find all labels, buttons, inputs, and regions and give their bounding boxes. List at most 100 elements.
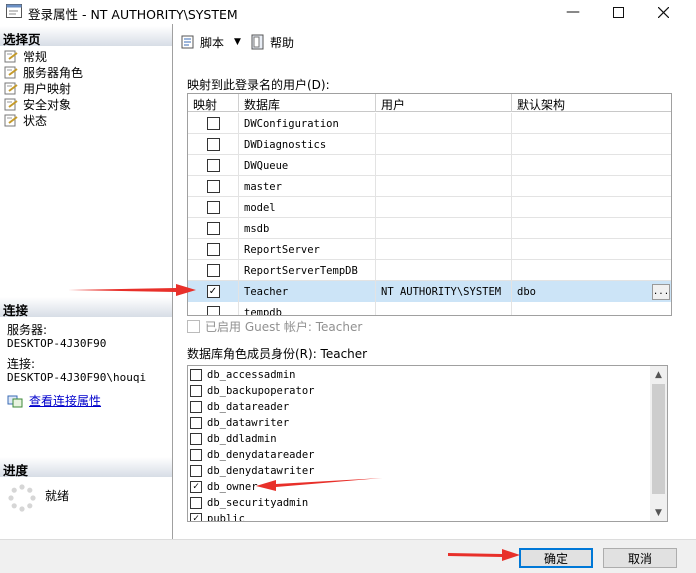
help-button[interactable]: 帮助 bbox=[250, 32, 294, 52]
role-label: db_datawriter bbox=[207, 417, 290, 429]
server-label: 服务器: bbox=[7, 323, 48, 337]
mapped-checkbox[interactable] bbox=[206, 180, 220, 193]
ok-button[interactable]: 确定 bbox=[519, 548, 593, 568]
role-checkbox[interactable] bbox=[190, 465, 202, 477]
list-item[interactable]: db_datareader bbox=[190, 399, 289, 415]
table-row[interactable]: model bbox=[188, 197, 671, 218]
default-schema-cell[interactable] bbox=[512, 260, 671, 281]
mapped-checkbox[interactable] bbox=[206, 222, 220, 235]
user-cell[interactable] bbox=[376, 239, 512, 260]
role-checkbox[interactable] bbox=[190, 369, 202, 381]
list-item[interactable]: ✓ db_owner bbox=[190, 479, 258, 495]
maximize-button[interactable] bbox=[596, 0, 640, 24]
table-row[interactable]: tempdb bbox=[188, 302, 671, 315]
user-cell[interactable] bbox=[376, 302, 512, 315]
chevron-down-icon[interactable]: ▼ bbox=[234, 37, 241, 47]
default-schema-cell[interactable] bbox=[512, 218, 671, 239]
column-header-user[interactable]: 用户 bbox=[376, 94, 512, 112]
role-label: db_datareader bbox=[207, 401, 290, 413]
scroll-up-icon[interactable]: ▲ bbox=[650, 366, 667, 383]
user-cell[interactable] bbox=[376, 176, 512, 197]
mapped-checkbox[interactable] bbox=[206, 243, 220, 256]
cancel-button[interactable]: 取消 bbox=[603, 548, 677, 568]
column-header-mapped[interactable]: 映射 bbox=[188, 94, 239, 112]
list-item[interactable]: db_denydatareader bbox=[190, 447, 314, 463]
toolbar: 脚本 ▼ 帮助 bbox=[174, 28, 696, 56]
column-header-database[interactable]: 数据库 bbox=[239, 94, 376, 112]
default-schema-cell[interactable] bbox=[512, 155, 671, 176]
table-row[interactable]: ✓ Teacher NT AUTHORITY\SYSTEM dbo... bbox=[188, 281, 671, 302]
default-schema-cell[interactable] bbox=[512, 302, 671, 315]
minimize-button[interactable]: — bbox=[551, 0, 595, 24]
role-checkbox[interactable] bbox=[190, 417, 202, 429]
role-checkbox[interactable] bbox=[190, 385, 202, 397]
role-checkbox[interactable] bbox=[190, 497, 202, 509]
list-item[interactable]: db_accessadmin bbox=[190, 367, 296, 383]
page-item-general[interactable]: 常规 bbox=[3, 48, 83, 64]
user-cell[interactable] bbox=[376, 197, 512, 218]
default-schema-cell[interactable] bbox=[512, 134, 671, 155]
scroll-thumb[interactable] bbox=[652, 384, 665, 494]
connection-properties-icon bbox=[7, 394, 23, 408]
guest-label: 已启用 Guest 帐户: Teacher bbox=[205, 320, 363, 334]
database-cell: msdb bbox=[239, 218, 376, 239]
mapped-checkbox[interactable] bbox=[206, 201, 220, 214]
default-schema-cell[interactable] bbox=[512, 176, 671, 197]
page-item-server-roles[interactable]: 服务器角色 bbox=[3, 64, 83, 80]
role-checkbox[interactable] bbox=[190, 449, 202, 461]
page-item-securables[interactable]: 安全对象 bbox=[3, 96, 83, 112]
database-role-list: db_accessadmin db_backupoperator db_datare… bbox=[187, 365, 668, 522]
mapped-checkbox[interactable]: ✓ bbox=[206, 285, 220, 298]
table-row[interactable]: msdb bbox=[188, 218, 671, 239]
mapped-checkbox[interactable] bbox=[206, 306, 220, 315]
mapped-checkbox[interactable] bbox=[206, 138, 220, 151]
role-checkbox[interactable] bbox=[190, 433, 202, 445]
role-checkbox[interactable]: ✓ bbox=[190, 481, 202, 493]
column-header-default-schema[interactable]: 默认架构 bbox=[512, 94, 671, 112]
page-item-status[interactable]: 状态 bbox=[3, 112, 83, 128]
mapped-checkbox[interactable] bbox=[206, 264, 220, 277]
page-item-label: 常规 bbox=[23, 49, 48, 64]
table-row[interactable]: master bbox=[188, 176, 671, 197]
user-cell[interactable] bbox=[376, 113, 512, 134]
page-icon bbox=[3, 66, 19, 79]
annotation-arrow-ok bbox=[448, 549, 520, 561]
role-checkbox[interactable] bbox=[190, 401, 202, 413]
user-cell[interactable]: NT AUTHORITY\SYSTEM bbox=[376, 281, 512, 302]
scroll-down-icon[interactable]: ▼ bbox=[650, 504, 667, 521]
user-cell[interactable] bbox=[376, 134, 512, 155]
schema-browse-button[interactable]: ... bbox=[652, 283, 670, 300]
database-cell: Teacher bbox=[239, 281, 376, 302]
role-list-scrollbar[interactable]: ▲ ▼ bbox=[650, 366, 667, 521]
table-row[interactable]: ReportServerTempDB bbox=[188, 260, 671, 281]
list-item[interactable]: db_backupoperator bbox=[190, 383, 314, 399]
list-item[interactable]: db_ddladmin bbox=[190, 431, 277, 447]
default-schema-cell[interactable] bbox=[512, 197, 671, 218]
view-connection-properties-link[interactable]: 查看连接属性 bbox=[7, 392, 101, 409]
user-cell[interactable] bbox=[376, 218, 512, 239]
page-item-user-mapping[interactable]: 用户映射 bbox=[3, 79, 83, 97]
close-button[interactable] bbox=[641, 0, 685, 24]
connection-info: 连接: DESKTOP-4J30F90\houqi bbox=[7, 358, 146, 385]
table-row[interactable]: DWDiagnostics bbox=[188, 134, 671, 155]
list-item[interactable]: ✓ public bbox=[190, 511, 245, 521]
default-schema-cell[interactable] bbox=[512, 239, 671, 260]
mapped-checkbox[interactable] bbox=[206, 159, 220, 172]
grid-header: 映射 数据库 用户 默认架构 bbox=[188, 94, 671, 112]
role-checkbox[interactable]: ✓ bbox=[190, 513, 202, 521]
table-row[interactable]: ReportServer bbox=[188, 239, 671, 260]
database-cell: model bbox=[239, 197, 376, 218]
default-schema-cell[interactable]: dbo... bbox=[512, 281, 671, 302]
script-icon bbox=[180, 34, 196, 50]
list-item[interactable]: db_datawriter bbox=[190, 415, 289, 431]
window-title: 登录属性 - NT AUTHORITY\SYSTEM bbox=[28, 7, 238, 22]
mapped-cell bbox=[188, 218, 239, 239]
table-row[interactable]: DWConfiguration bbox=[188, 113, 671, 134]
table-row[interactable]: DWQueue bbox=[188, 155, 671, 176]
list-item[interactable]: db_securityadmin bbox=[190, 495, 308, 511]
default-schema-cell[interactable] bbox=[512, 113, 671, 134]
script-button[interactable]: 脚本 ▼ bbox=[180, 32, 241, 52]
user-cell[interactable] bbox=[376, 260, 512, 281]
user-cell[interactable] bbox=[376, 155, 512, 176]
mapped-checkbox[interactable] bbox=[206, 117, 220, 130]
